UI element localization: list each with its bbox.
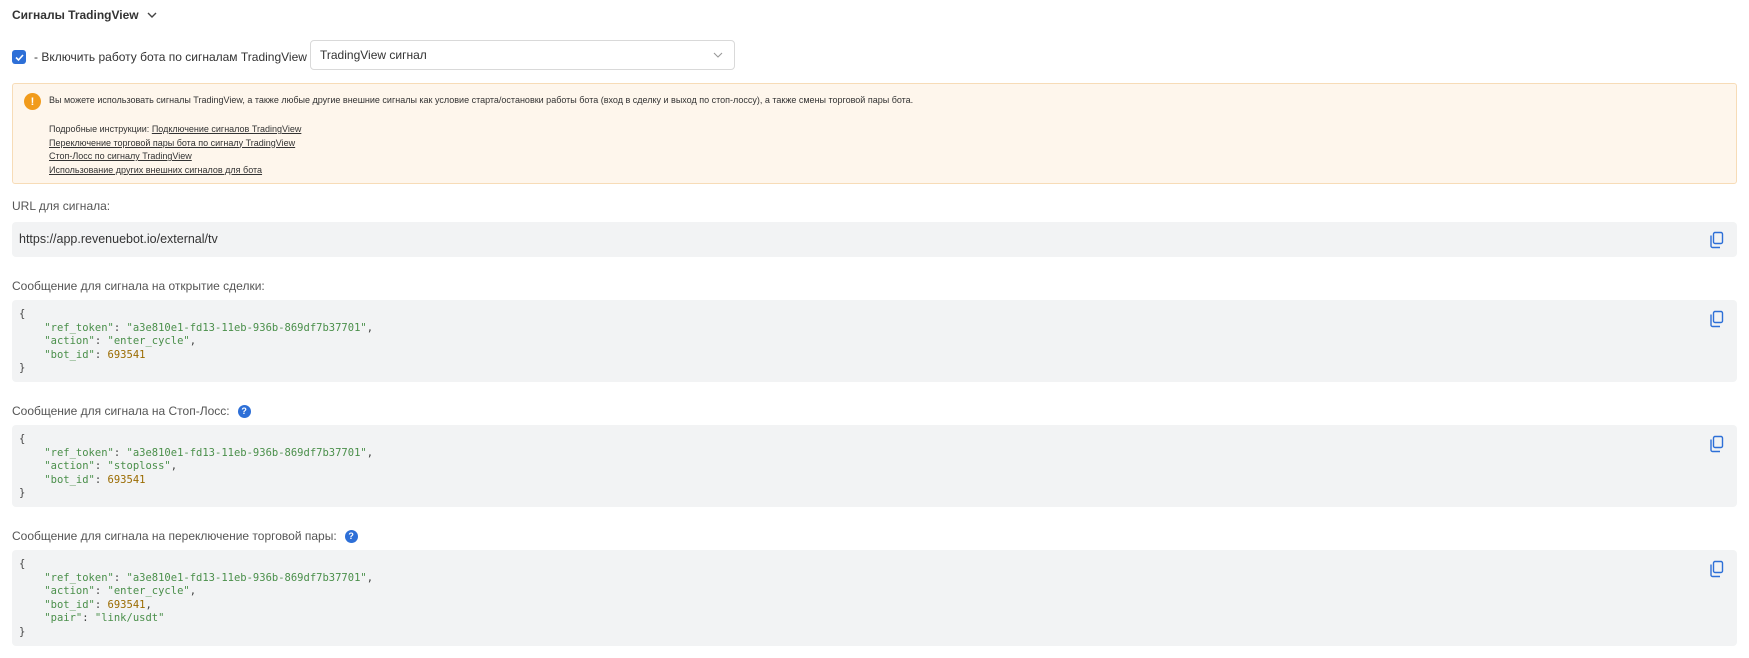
signal-type-select[interactable]: TradingView сигнал (310, 40, 735, 70)
info-alert: ! Вы можете использовать сигналы Trading… (12, 83, 1737, 184)
code-brace: { (19, 558, 26, 570)
link-external-signals[interactable]: Использование других внешних сигналов дл… (49, 165, 262, 175)
code-key: "ref_token" (44, 321, 114, 334)
section-title: Сигналы TradingView (12, 8, 139, 22)
url-value: https://app.revenuebot.io/external/tv (19, 232, 218, 246)
code-brace: { (19, 308, 26, 320)
code-brace: } (19, 362, 26, 374)
message-code: { "ref_token": "a3e810e1-fd13-11eb-936b-… (19, 558, 373, 639)
code-value: 693541 (107, 348, 146, 361)
message-label-text: Сообщение для сигнала на Стоп-Лосс: (12, 404, 230, 418)
enable-row: - Включить работу бота по сигналам Tradi… (12, 40, 307, 74)
copy-icon[interactable] (1709, 310, 1725, 328)
code-line: "ref_token": "a3e810e1-fd13-11eb-936b-86… (44, 446, 374, 459)
code-line: "action": "enter_cycle", (44, 585, 197, 597)
code-key: "ref_token" (44, 446, 114, 459)
code-line: "pair": "link/usdt" (44, 612, 165, 624)
message-code-box[interactable]: { "ref_token": "a3e810e1-fd13-11eb-936b-… (12, 300, 1737, 382)
message-label: Сообщение для сигнала на Стоп-Лосс: ? (12, 404, 251, 418)
code-brace: } (19, 625, 26, 638)
instructions-prefix: Подробные инструкции: (49, 124, 150, 134)
code-key: "action" (44, 335, 95, 347)
url-label: URL для сигнала: (12, 199, 110, 213)
code-line: "ref_token": "a3e810e1-fd13-11eb-936b-86… (44, 571, 374, 584)
code-key: "ref_token" (44, 571, 114, 584)
tradingview-settings: Сигналы TradingView - Включить работу бо… (0, 0, 1749, 658)
message-label: Сообщение для сигнала на переключение то… (12, 529, 358, 543)
link-stoploss[interactable]: Стоп-Лосс по сигналу TradingView (49, 151, 192, 161)
code-value: 693541 (107, 473, 146, 486)
message-code-box[interactable]: { "ref_token": "a3e810e1-fd13-11eb-936b-… (12, 550, 1737, 646)
message-label-text: Сообщение для сигнала на переключение то… (12, 529, 337, 543)
chevron-down-icon (713, 52, 723, 58)
enable-checkbox[interactable] (12, 50, 26, 64)
help-icon[interactable]: ? (344, 529, 358, 543)
code-value: "a3e810e1-fd13-11eb-936b-869df7b37701" (126, 446, 367, 459)
code-line: "bot_id": 693541, (44, 598, 152, 611)
url-field[interactable]: https://app.revenuebot.io/external/tv (12, 222, 1737, 257)
code-line: "action": "enter_cycle", (44, 335, 197, 347)
code-brace: { (19, 433, 26, 445)
code-line: "ref_token": "a3e810e1-fd13-11eb-936b-86… (44, 321, 374, 334)
code-key: "pair" (44, 612, 83, 624)
enable-label: - Включить работу бота по сигналам Tradi… (34, 50, 307, 64)
code-brace: } (19, 487, 26, 499)
message-label-text: Сообщение для сигнала на открытие сделки… (12, 279, 265, 293)
code-key: "action" (44, 585, 95, 597)
code-value: 693541 (107, 598, 146, 611)
code-value: "enter_cycle" (107, 585, 190, 597)
code-key: "bot_id" (44, 348, 95, 361)
message-code-box[interactable]: { "ref_token": "a3e810e1-fd13-11eb-936b-… (12, 425, 1737, 507)
alert-text: Вы можете использовать сигналы TradingVi… (49, 95, 914, 105)
code-key: "bot_id" (44, 598, 95, 611)
code-value: "link/usdt" (94, 612, 165, 624)
code-line: "bot_id": 693541 (44, 473, 146, 486)
message-code: { "ref_token": "a3e810e1-fd13-11eb-936b-… (19, 308, 373, 376)
code-line: "action": "stoploss", (44, 460, 178, 472)
code-value: "enter_cycle" (107, 335, 190, 347)
signal-type-value: TradingView сигнал (320, 48, 427, 62)
url-label-text: URL для сигнала: (12, 199, 111, 213)
section-header[interactable]: Сигналы TradingView (12, 8, 159, 22)
chevron-down-icon[interactable] (145, 8, 159, 22)
link-connect-signals[interactable]: Подключение сигналов TradingView (152, 124, 302, 134)
code-value: "a3e810e1-fd13-11eb-936b-869df7b37701" (126, 321, 367, 334)
help-icon[interactable]: ? (237, 404, 251, 418)
code-value: "stoploss" (107, 460, 171, 472)
message-code: { "ref_token": "a3e810e1-fd13-11eb-936b-… (19, 433, 373, 501)
message-label: Сообщение для сигнала на открытие сделки… (12, 279, 265, 293)
copy-icon[interactable] (1709, 435, 1725, 453)
code-value: "a3e810e1-fd13-11eb-936b-869df7b37701" (126, 571, 367, 584)
code-key: "action" (44, 460, 95, 472)
link-switch-pair[interactable]: Переключение торговой пары бота по сигна… (49, 138, 295, 148)
code-key: "bot_id" (44, 473, 95, 486)
code-line: "bot_id": 693541 (44, 348, 146, 361)
warning-icon: ! (24, 93, 41, 110)
copy-icon[interactable] (1709, 231, 1725, 249)
alert-instructions: Подробные инструкции: Подключение сигнал… (49, 123, 301, 177)
check-icon (14, 53, 24, 61)
copy-icon[interactable] (1709, 560, 1725, 578)
